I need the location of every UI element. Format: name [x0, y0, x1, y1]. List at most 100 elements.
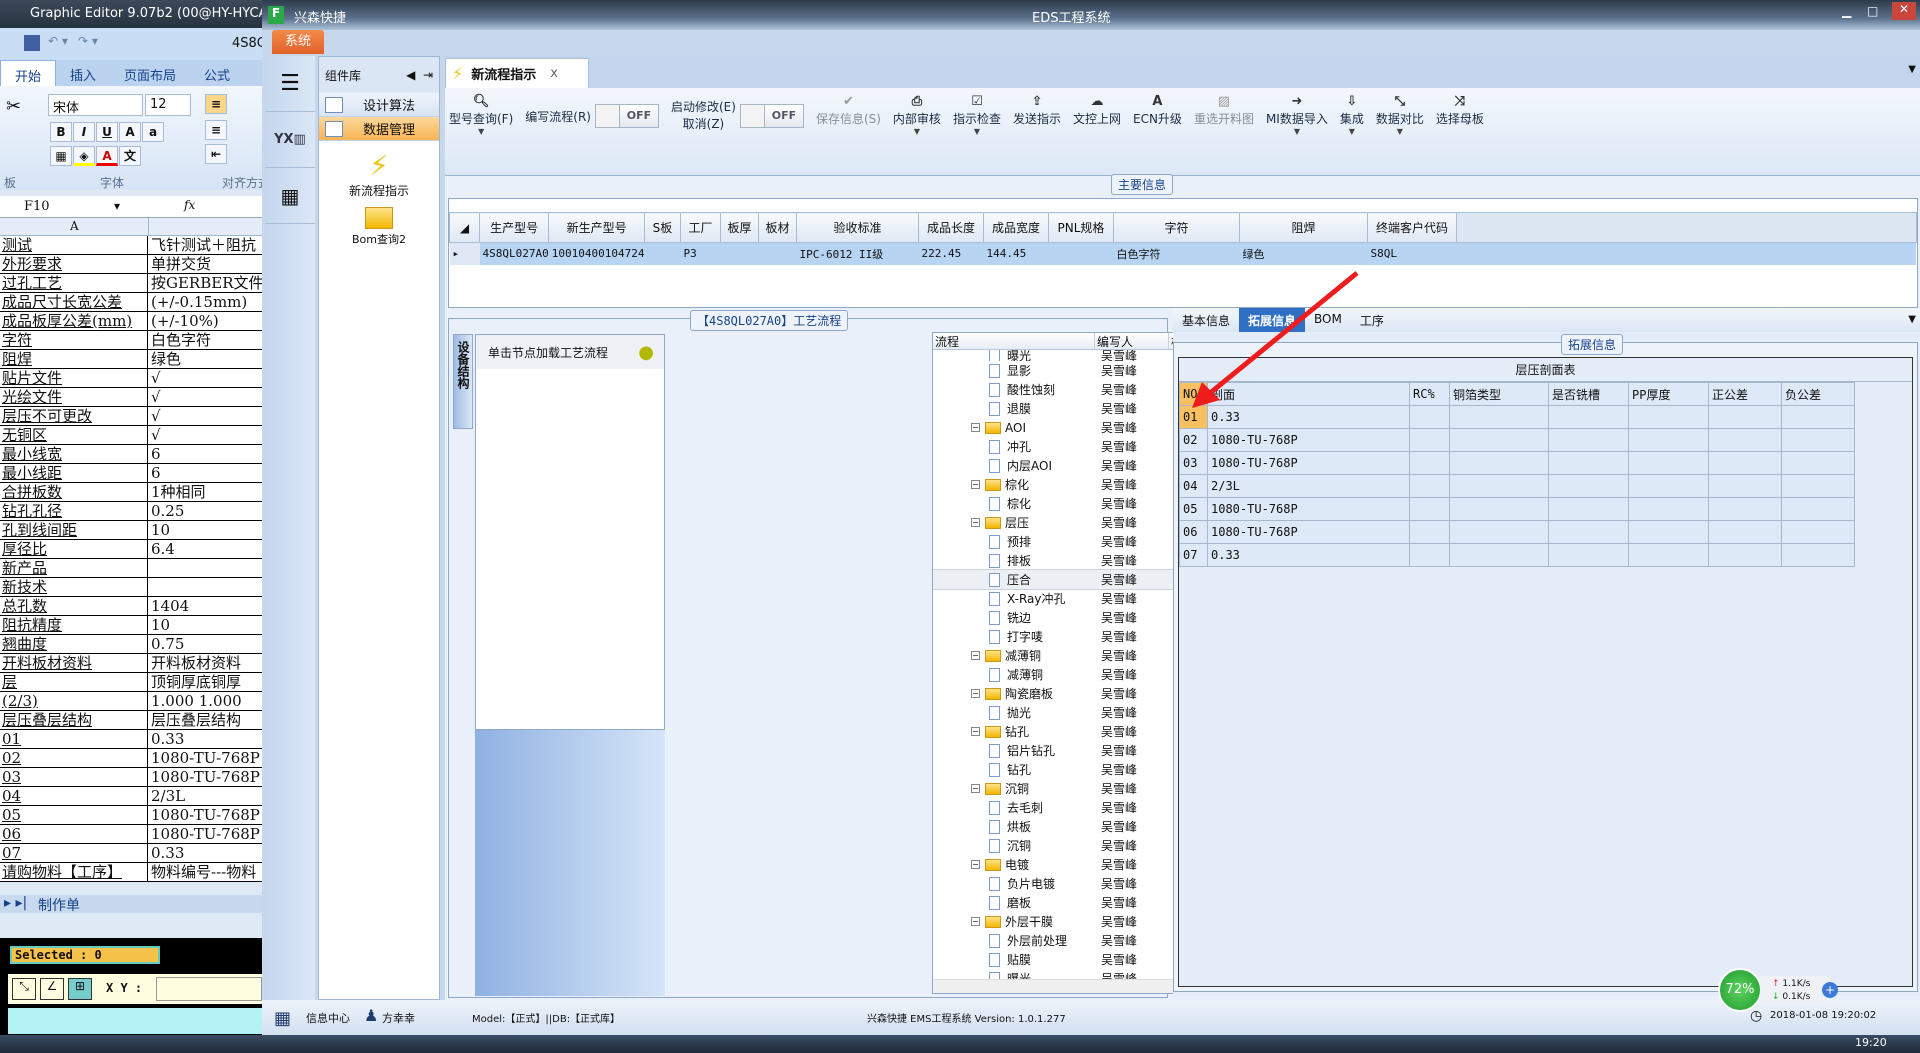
toolbar-button[interactable]: ⇩ 集成 ▼: [1340, 94, 1364, 175]
tree-node[interactable]: 烘板: [933, 818, 1095, 835]
collapse-icon[interactable]: −: [971, 860, 980, 869]
table-cell[interactable]: 05: [1179, 497, 1208, 521]
toolbar-button[interactable]: 🔍︎ 型号查询(F) ▼: [449, 94, 513, 175]
collapse-icon[interactable]: −: [971, 727, 980, 736]
cell-a[interactable]: 最小线宽: [0, 445, 148, 463]
tree-node[interactable]: 去毛刺: [933, 799, 1095, 816]
cell-a[interactable]: 最小线距: [0, 464, 148, 482]
cell-b[interactable]: 1080-TU-768P: [148, 806, 262, 824]
calculator-icon[interactable]: ▦: [265, 168, 315, 224]
table-cell[interactable]: 4S8QL027A0: [479, 242, 549, 265]
cell-a[interactable]: 01: [0, 730, 148, 748]
tree-node[interactable]: − AOI: [933, 421, 1095, 435]
tree-node[interactable]: − 沉铜: [933, 780, 1095, 797]
grow-font-button[interactable]: A: [119, 122, 141, 142]
toolbar-button[interactable]: ✔ 保存信息(S): [816, 94, 881, 175]
table-cell[interactable]: [1628, 405, 1709, 429]
system-menu-tab[interactable]: 系统: [272, 30, 324, 54]
toolbar-button[interactable]: ➜ MI数据导入 ▼: [1266, 94, 1328, 175]
cut-icon[interactable]: ✂: [6, 96, 21, 117]
tree-node[interactable]: 预排: [933, 533, 1095, 550]
cell-a[interactable]: 07: [0, 844, 148, 862]
ribbon-tab[interactable]: 页面布局: [110, 60, 190, 86]
angle-icon[interactable]: ∠: [40, 978, 64, 1000]
tree-node[interactable]: 贴膜: [933, 951, 1095, 968]
cell-a[interactable]: 总孔数: [0, 597, 148, 615]
column-header[interactable]: PNL规格: [1047, 212, 1114, 243]
collapse-icon[interactable]: −: [971, 784, 980, 793]
cell-b[interactable]: 层压叠层结构: [148, 711, 262, 729]
cell-b[interactable]: 0.25: [148, 502, 262, 520]
font-size-select[interactable]: 12: [145, 94, 191, 116]
fx-icon[interactable]: fx: [184, 198, 195, 212]
table-row[interactable]: ▸ 4S8QL027A0 10010400104724 P3 IPC-6012 II级 2…: [449, 242, 1917, 265]
plus-icon[interactable]: +: [1822, 982, 1838, 998]
cell-b[interactable]: 10: [148, 616, 262, 634]
table-cell[interactable]: [1409, 497, 1450, 521]
cell-b[interactable]: 1080-TU-768P: [148, 749, 262, 767]
tree-node[interactable]: X-Ray冲孔: [933, 590, 1095, 607]
table-cell[interactable]: 绿色: [1239, 242, 1368, 265]
table-cell[interactable]: 03: [1179, 451, 1208, 475]
table-cell[interactable]: P3: [680, 242, 721, 265]
column-header[interactable]: 负公差: [1781, 382, 1855, 406]
cell-b[interactable]: (+/-10%): [148, 312, 262, 330]
toolbar-button[interactable]: ⎙ 内部审核 ▼: [893, 94, 941, 175]
tree-column-header[interactable]: 编写人: [1095, 333, 1169, 349]
tree-node[interactable]: 退膜: [933, 400, 1095, 417]
table-cell[interactable]: [720, 242, 759, 265]
column-header[interactable]: 成品宽度: [982, 212, 1049, 243]
ribbon-tab[interactable]: 公式: [190, 60, 244, 86]
collapse-icon[interactable]: −: [971, 917, 980, 926]
tree-node[interactable]: 曝光: [933, 350, 1095, 361]
column-header[interactable]: RC%: [1409, 382, 1450, 406]
cell-b[interactable]: 按GERBER文件: [148, 274, 262, 292]
tree-node[interactable]: 排板: [933, 552, 1095, 569]
tree-node[interactable]: 沉铜: [933, 837, 1095, 854]
collapse-icon[interactable]: −: [971, 480, 980, 489]
table-row[interactable]: 02 1080-TU-768P: [1179, 428, 1855, 452]
cell-a[interactable]: 阻抗精度: [0, 616, 148, 634]
cell-a[interactable]: 06: [0, 825, 148, 843]
table-cell[interactable]: [1449, 405, 1549, 429]
tree-node[interactable]: 铣边: [933, 609, 1095, 626]
new-process-shortcut[interactable]: ⚡ 新流程指示: [319, 149, 439, 199]
cell-b[interactable]: 6: [148, 445, 262, 463]
table-cell[interactable]: [1708, 451, 1782, 475]
undo-icon[interactable]: ↶ ▾: [48, 34, 68, 48]
cell-b[interactable]: 1080-TU-768P: [148, 768, 262, 786]
tree-node[interactable]: 钻孔: [933, 761, 1095, 778]
toolbar-button[interactable]: ☁ 文控上网: [1073, 94, 1121, 175]
cell-b[interactable]: 顶铜厚底铜厚: [148, 673, 262, 691]
cell-a[interactable]: 05: [0, 806, 148, 824]
bold-button[interactable]: B: [50, 122, 72, 142]
align-left-button[interactable]: ≡: [205, 120, 227, 140]
cell-b[interactable]: 绿色: [148, 350, 262, 368]
collapse-icon[interactable]: −: [971, 518, 980, 527]
tree-node[interactable]: − 钻孔: [933, 723, 1095, 740]
toggle-knob[interactable]: [740, 105, 765, 127]
table-cell[interactable]: [1048, 242, 1114, 265]
cell-a[interactable]: 光绘文件: [0, 388, 148, 406]
zoom-extent-icon[interactable]: ⤡: [12, 978, 36, 1000]
column-header[interactable]: 板材: [757, 212, 797, 243]
table-cell[interactable]: 0.33: [1207, 543, 1410, 567]
cell-b[interactable]: 10: [148, 521, 262, 539]
tree-node[interactable]: 磨板: [933, 894, 1095, 911]
cell-a[interactable]: 无铜区: [0, 426, 148, 444]
table-cell[interactable]: 1080-TU-768P: [1207, 451, 1410, 475]
table-row[interactable]: 04 2/3L: [1179, 474, 1855, 498]
table-cell[interactable]: [1708, 543, 1782, 567]
close-button[interactable]: ✕: [1892, 2, 1916, 20]
maximize-button[interactable]: □: [1867, 4, 1878, 18]
column-header[interactable]: 正公差: [1708, 382, 1782, 406]
cell-a[interactable]: 层: [0, 673, 148, 691]
toggle-knob[interactable]: [595, 105, 620, 127]
table-cell[interactable]: S8QL: [1367, 242, 1457, 265]
detail-tab[interactable]: 基本信息: [1173, 308, 1239, 332]
cell-a[interactable]: 贴片文件: [0, 369, 148, 387]
cell-a[interactable]: 厚径比: [0, 540, 148, 558]
table-cell[interactable]: 04: [1179, 474, 1208, 498]
cell-b[interactable]: 1080-TU-768P: [148, 825, 262, 843]
column-header[interactable]: S板: [643, 212, 681, 243]
